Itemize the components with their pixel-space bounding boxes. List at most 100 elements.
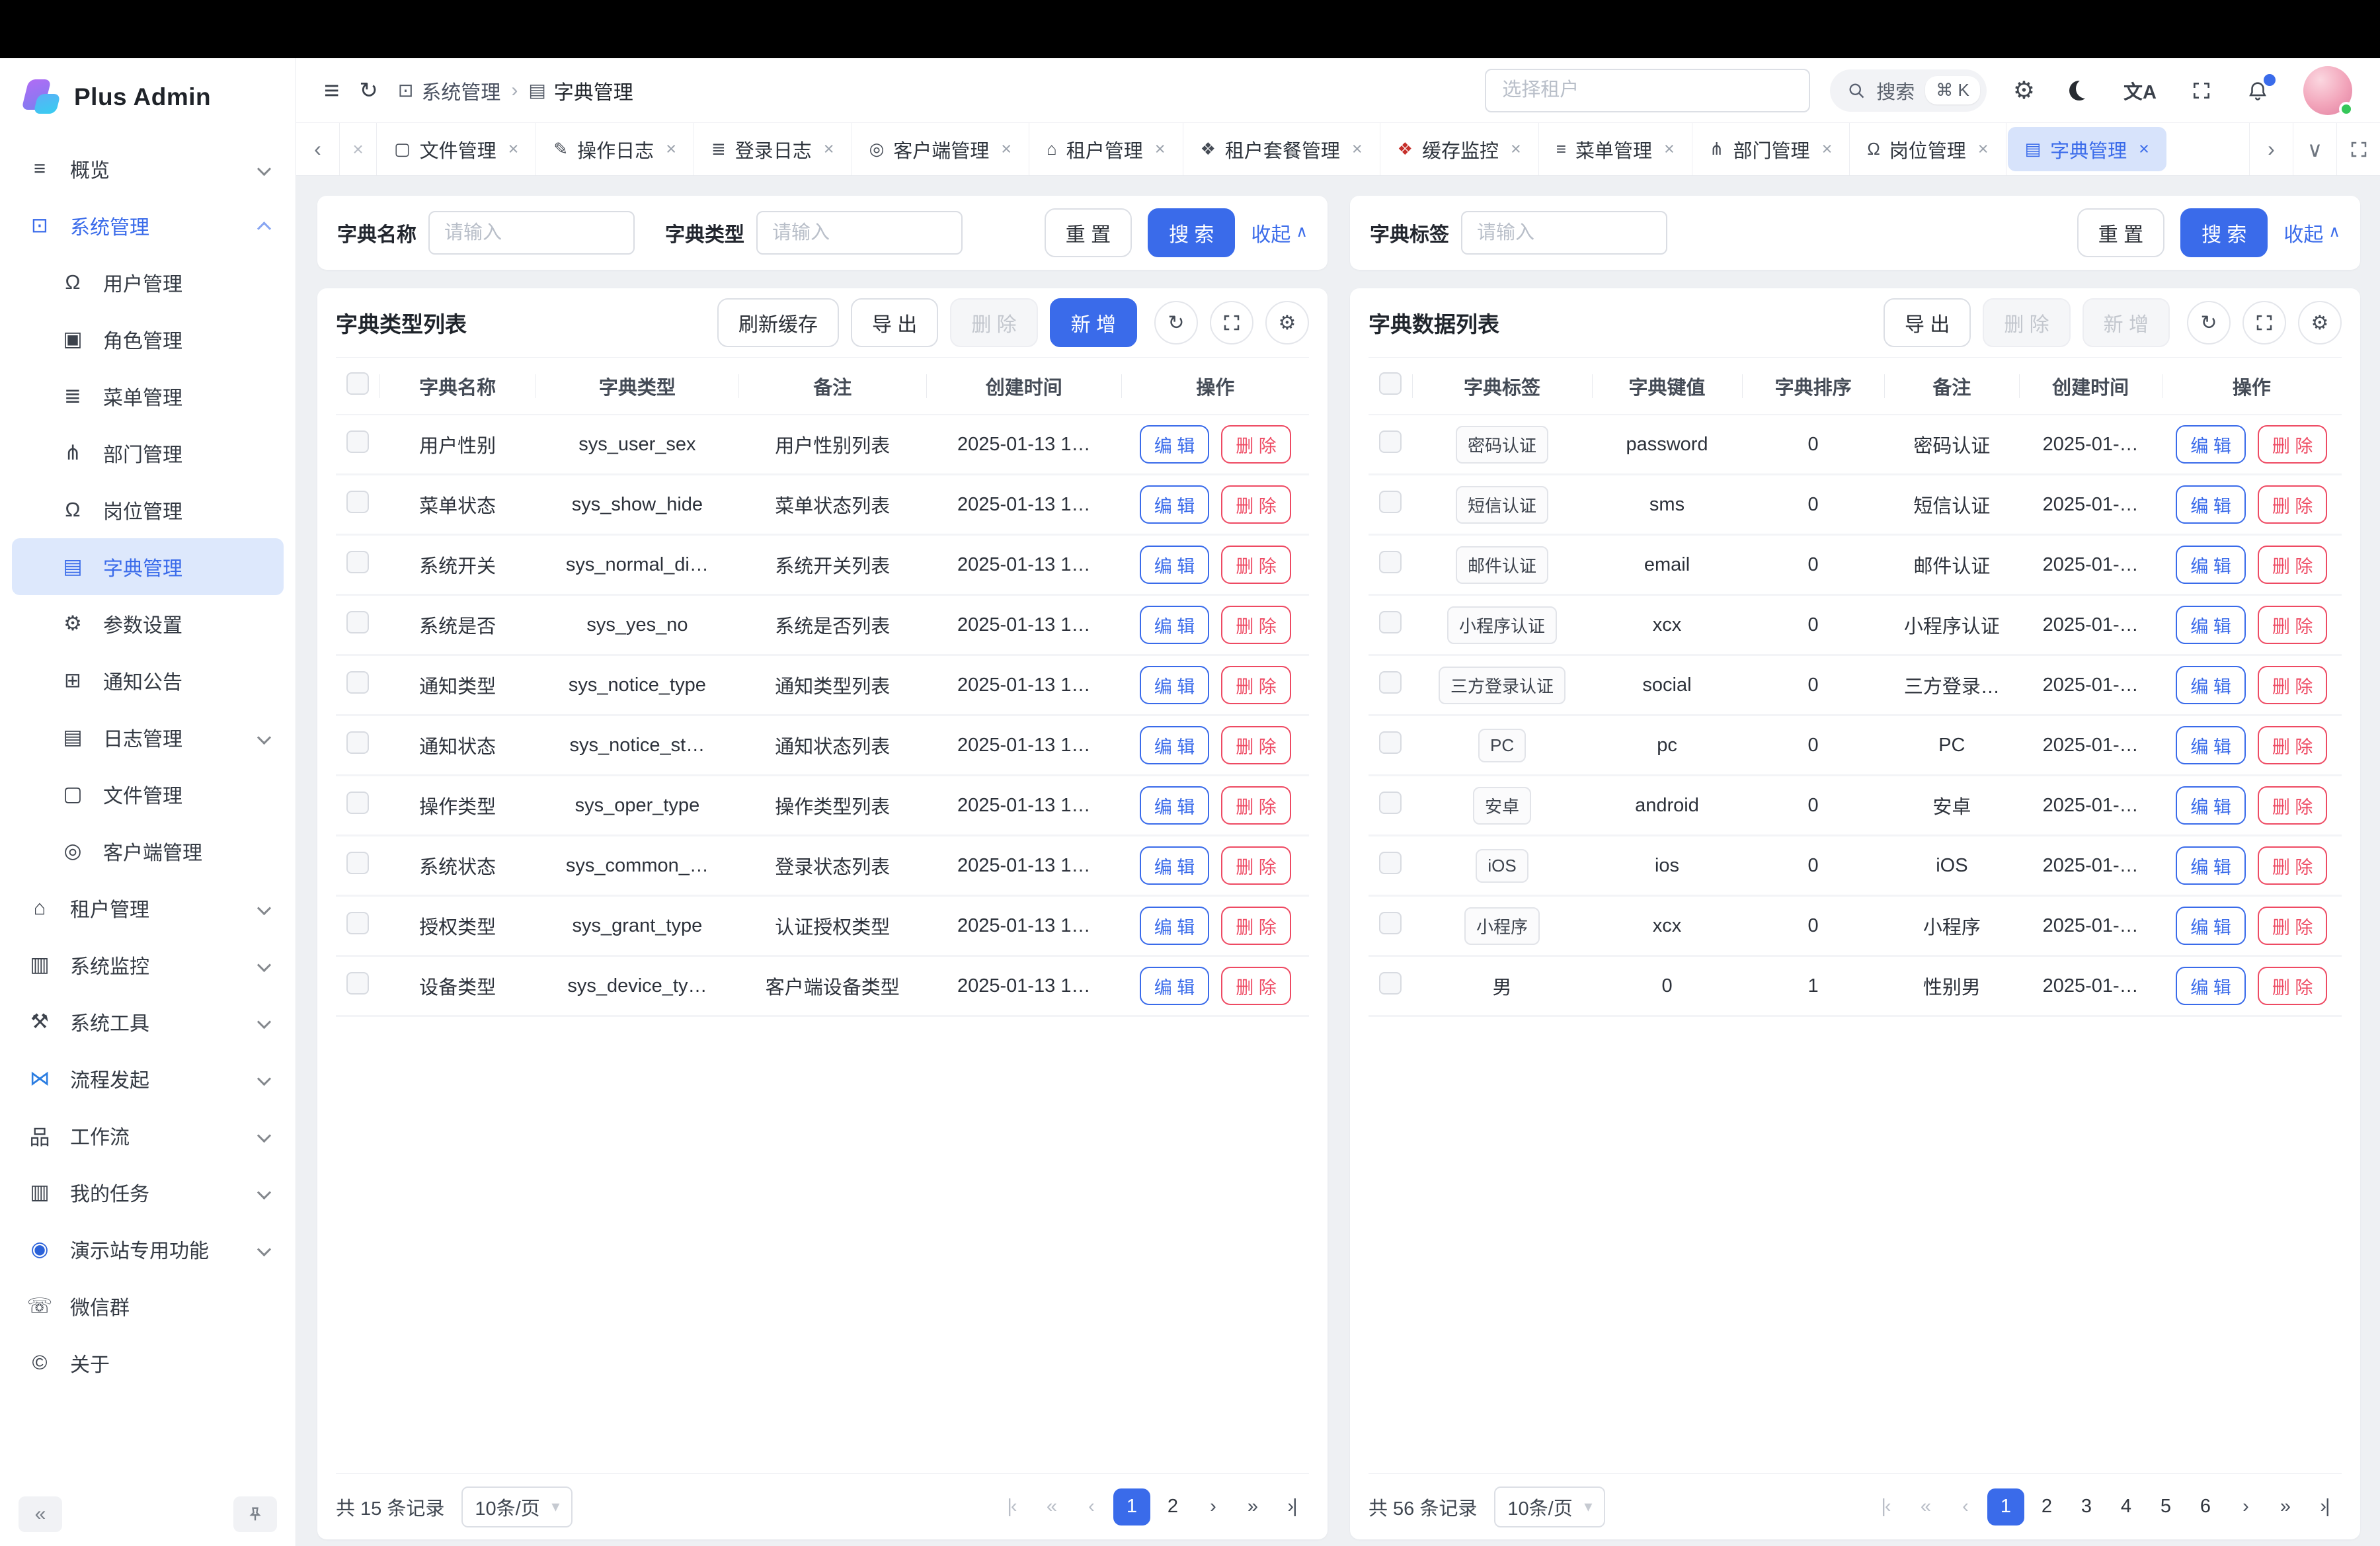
row-checkbox[interactable] (1379, 792, 1402, 814)
sidebar-item-flow-start[interactable]: ⋈流程发起 (12, 1050, 284, 1107)
collapse-search-link[interactable]: 收起 ∧ (1251, 218, 1308, 247)
delete-button[interactable]: 删 除 (1221, 485, 1291, 524)
per-page-select[interactable]: 10条/页 ▾ (461, 1486, 573, 1527)
sidebar-item-user[interactable]: Ω用户管理 (12, 254, 284, 311)
breadcrumb-item-dict[interactable]: ▤ 字典管理 (528, 76, 633, 105)
tab-tenant[interactable]: ⌂租户管理× (1029, 123, 1183, 175)
row-checkbox[interactable] (346, 551, 369, 573)
row-checkbox[interactable] (346, 491, 369, 513)
edit-button[interactable]: 编 辑 (2176, 846, 2246, 885)
delete-button[interactable]: 删 除 (1221, 606, 1291, 644)
row-checkbox[interactable] (1379, 731, 1402, 754)
edit-button[interactable]: 编 辑 (2176, 967, 2246, 1005)
breadcrumb-item-system[interactable]: ⊡ 系统管理 (398, 76, 500, 105)
dict-type-input[interactable] (756, 211, 963, 255)
tab-close-icon[interactable]: × (1511, 139, 1521, 159)
row-checkbox[interactable] (346, 792, 369, 814)
fast-prev-icon[interactable]: « (1908, 1488, 1942, 1526)
tab-dept[interactable]: ⋔部门管理× (1692, 123, 1850, 175)
tab-close-icon[interactable]: × (1001, 139, 1012, 159)
tab-close-icon[interactable]: × (2139, 139, 2149, 159)
tab-close-icon[interactable]: × (1352, 139, 1363, 159)
refresh-page-icon[interactable]: ↻ (359, 79, 378, 102)
fast-prev-icon[interactable]: « (1034, 1488, 1068, 1526)
page-4[interactable]: 4 (2109, 1488, 2143, 1526)
hamburger-icon[interactable]: ≡ (324, 77, 339, 104)
per-page-select[interactable]: 10条/页 ▾ (1494, 1486, 1605, 1527)
sidebar-pin-button[interactable] (233, 1496, 277, 1532)
row-checkbox[interactable] (1379, 611, 1402, 633)
reset-button[interactable]: 重 置 (2077, 208, 2164, 257)
tabs-scroll-left-icon[interactable]: ‹ (296, 123, 340, 175)
tab-oper-log[interactable]: ✎操作日志× (536, 123, 694, 175)
delete-button[interactable]: 删 除 (1221, 967, 1291, 1005)
page-6[interactable]: 6 (2188, 1488, 2223, 1526)
sidebar-item-my-tasks[interactable]: ▥我的任务 (12, 1164, 284, 1221)
tab-file[interactable]: ▢文件管理× (377, 123, 536, 175)
edit-button[interactable]: 编 辑 (1140, 907, 1210, 945)
first-page-icon[interactable]: |‹ (1868, 1488, 1903, 1526)
select-all-checkbox[interactable] (1379, 372, 1402, 395)
fast-next-icon[interactable]: » (2268, 1488, 2302, 1526)
edit-button[interactable]: 编 辑 (1140, 967, 1210, 1005)
sidebar-item-dict[interactable]: ▤字典管理 (12, 538, 284, 595)
delete-button[interactable]: 删 除 (2258, 606, 2328, 644)
tabs-scroll-right-icon[interactable]: › (2249, 123, 2293, 175)
expand-button[interactable] (2242, 301, 2286, 345)
tab-client[interactable]: ◎客户端管理× (852, 123, 1029, 175)
sidebar-item-client[interactable]: ◎客户端管理 (12, 823, 284, 879)
last-page-icon[interactable]: ›| (1275, 1488, 1309, 1526)
edit-button[interactable]: 编 辑 (1140, 726, 1210, 764)
avatar[interactable] (2303, 66, 2352, 115)
dict-label-input[interactable] (1461, 211, 1667, 255)
translate-icon[interactable]: 文A (2123, 77, 2157, 104)
sidebar-item-tenant[interactable]: ⌂租户管理 (12, 879, 284, 936)
tab-close-icon[interactable]: × (824, 139, 834, 159)
edit-button[interactable]: 编 辑 (1140, 425, 1210, 464)
delete-button[interactable]: 删 除 (1221, 425, 1291, 464)
page-1[interactable]: 1 (1113, 1488, 1150, 1526)
edit-button[interactable]: 编 辑 (1140, 786, 1210, 825)
sidebar-item-dept[interactable]: ⋔部门管理 (12, 425, 284, 481)
page-2[interactable]: 2 (2030, 1488, 2064, 1526)
tab-close-stray-icon[interactable]: × (340, 123, 377, 175)
tab-tenant-package[interactable]: ❖租户套餐管理× (1183, 123, 1380, 175)
row-checkbox[interactable] (346, 611, 369, 633)
edit-button[interactable]: 编 辑 (1140, 666, 1210, 704)
sidebar-item-tools[interactable]: ⚒系统工具 (12, 993, 284, 1050)
sidebar-item-about[interactable]: ©关于 (12, 1334, 284, 1391)
sidebar-item-wechat[interactable]: ☏微信群 (12, 1278, 284, 1334)
refresh-button[interactable]: ↻ (2187, 301, 2231, 345)
edit-button[interactable]: 编 辑 (1140, 846, 1210, 885)
row-checkbox[interactable] (1379, 551, 1402, 573)
sidebar-item-file[interactable]: ▢文件管理 (12, 766, 284, 823)
edit-button[interactable]: 编 辑 (1140, 485, 1210, 524)
fast-next-icon[interactable]: » (1235, 1488, 1269, 1526)
tab-close-icon[interactable]: × (1822, 139, 1833, 159)
delete-button[interactable]: 删 除 (1221, 786, 1291, 825)
tab-post[interactable]: Ω岗位管理× (1850, 123, 2006, 175)
select-all-checkbox[interactable] (346, 372, 369, 395)
prev-page-icon[interactable]: ‹ (1948, 1488, 1982, 1526)
toolbar-button-3[interactable]: 新 增 (1050, 298, 1137, 347)
delete-button[interactable]: 删 除 (2258, 726, 2328, 764)
row-checkbox[interactable] (346, 972, 369, 995)
sidebar-item-role[interactable]: ▣角色管理 (12, 311, 284, 368)
row-checkbox[interactable] (346, 852, 369, 874)
row-checkbox[interactable] (1379, 430, 1402, 453)
toolbar-button-0[interactable]: 刷新缓存 (717, 298, 839, 347)
tab-close-icon[interactable]: × (508, 139, 519, 159)
refresh-button[interactable]: ↻ (1154, 301, 1198, 345)
row-checkbox[interactable] (346, 912, 369, 934)
sidebar-item-overview[interactable]: ≡概览 (12, 140, 284, 197)
toolbar-button-0[interactable]: 导 出 (1884, 298, 1971, 347)
edit-button[interactable]: 编 辑 (2176, 606, 2246, 644)
tab-cache-monitor[interactable]: ❖缓存监控× (1380, 123, 1539, 175)
global-search-button[interactable]: 搜索 ⌘ K (1830, 69, 1987, 112)
sidebar-item-monitor[interactable]: ▥系统监控 (12, 936, 284, 993)
row-checkbox[interactable] (1379, 671, 1402, 694)
gear-button[interactable]: ⚙ (1265, 301, 1309, 345)
sidebar-item-workflow[interactable]: 品工作流 (12, 1107, 284, 1164)
tab-close-icon[interactable]: × (1155, 139, 1166, 159)
row-checkbox[interactable] (1379, 972, 1402, 995)
